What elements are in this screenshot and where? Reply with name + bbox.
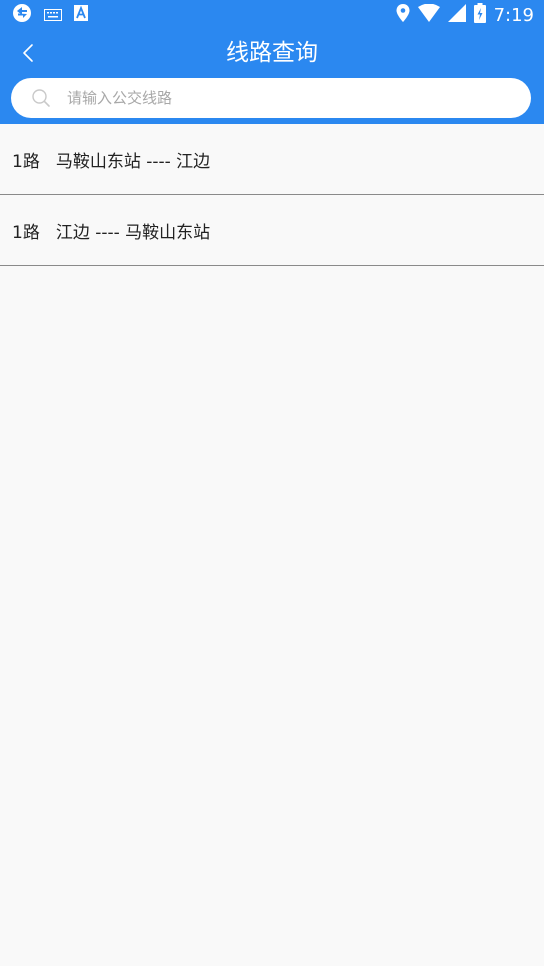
list-item[interactable]: 1路 江边 ---- 马鞍山东站 — [0, 195, 544, 266]
status-bar-right: 7:19 — [396, 3, 534, 27]
page-title: 线路查询 — [226, 40, 318, 66]
search-bar[interactable] — [11, 78, 531, 118]
search-input[interactable] — [67, 78, 507, 118]
back-button[interactable] — [10, 34, 46, 72]
sync-icon — [12, 3, 32, 27]
keyboard-icon — [44, 6, 62, 25]
route-number: 1路 — [12, 222, 40, 243]
list-item[interactable]: 1路 马鞍山东站 ---- 江边 — [0, 124, 544, 195]
chevron-left-icon — [23, 44, 33, 62]
signal-icon — [447, 4, 466, 26]
app-header: 7:19 线路查询 — [0, 0, 544, 124]
route-direction: 马鞍山东站 ---- 江边 — [55, 151, 211, 172]
route-number: 1路 — [12, 151, 40, 172]
status-time: 7:19 — [493, 4, 534, 26]
status-bar: 7:19 — [0, 0, 544, 30]
route-direction: 江边 ---- 马鞍山东站 — [55, 222, 211, 243]
battery-charging-icon — [473, 3, 486, 27]
a-notification-icon — [74, 5, 88, 25]
location-icon — [396, 4, 410, 26]
search-icon — [32, 89, 50, 107]
status-bar-left — [12, 3, 88, 27]
route-list: 1路 马鞍山东站 ---- 江边 1路 江边 ---- 马鞍山东站 — [0, 124, 544, 266]
nav-bar: 线路查询 — [0, 30, 544, 76]
wifi-icon — [417, 3, 440, 26]
